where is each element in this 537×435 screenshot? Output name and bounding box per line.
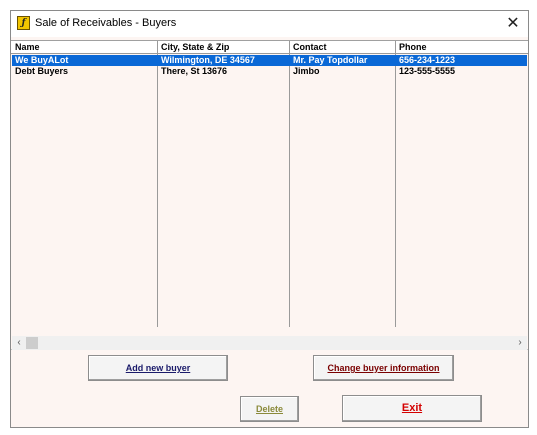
window-title: Sale of Receivables - Buyers (35, 17, 177, 29)
scrollbar-thumb[interactable] (26, 337, 38, 349)
horizontal-scrollbar[interactable]: ‹ › (12, 336, 527, 350)
app-icon: ƒ (17, 16, 30, 30)
cell-phone: 656-234-1223 (399, 55, 456, 65)
column-header-phone[interactable]: Phone (395, 41, 528, 53)
scroll-right-icon[interactable]: › (513, 336, 527, 350)
scroll-left-icon[interactable]: ‹ (12, 336, 26, 350)
column-header-contact[interactable]: Contact (289, 41, 395, 53)
column-divider (157, 41, 158, 327)
add-new-buyer-button[interactable]: Add new buyer (88, 355, 228, 381)
table-row[interactable]: We BuyALot Wilmington, DE 34567 Mr. Pay … (12, 55, 527, 66)
cell-name: Debt Buyers (15, 66, 69, 76)
list-header: Name City, State & Zip Contact Phone (11, 41, 528, 54)
column-divider (289, 41, 290, 327)
buyers-window: ƒ Sale of Receivables - Buyers ✕ Name Ci… (10, 10, 529, 428)
delete-button[interactable]: Delete (240, 396, 299, 422)
cell-contact: Mr. Pay Topdollar (293, 55, 368, 65)
cell-city: Wilmington, DE 34567 (161, 55, 255, 65)
exit-button[interactable]: Exit (342, 395, 482, 422)
buyers-list[interactable]: Name City, State & Zip Contact Phone We … (11, 40, 528, 350)
column-header-city[interactable]: City, State & Zip (157, 41, 289, 53)
cell-contact: Jimbo (293, 66, 320, 76)
cell-phone: 123-555-5555 (399, 66, 456, 76)
cell-city: There, St 13676 (161, 66, 228, 76)
table-row[interactable]: Debt Buyers There, St 13676 Jimbo 123-55… (12, 66, 527, 77)
column-divider (395, 41, 396, 327)
title-bar[interactable]: ƒ Sale of Receivables - Buyers ✕ (11, 11, 528, 37)
change-buyer-information-button[interactable]: Change buyer information (313, 355, 454, 381)
column-header-name[interactable]: Name (11, 41, 157, 53)
close-icon[interactable]: ✕ (498, 11, 528, 37)
cell-name: We BuyALot (15, 55, 69, 65)
